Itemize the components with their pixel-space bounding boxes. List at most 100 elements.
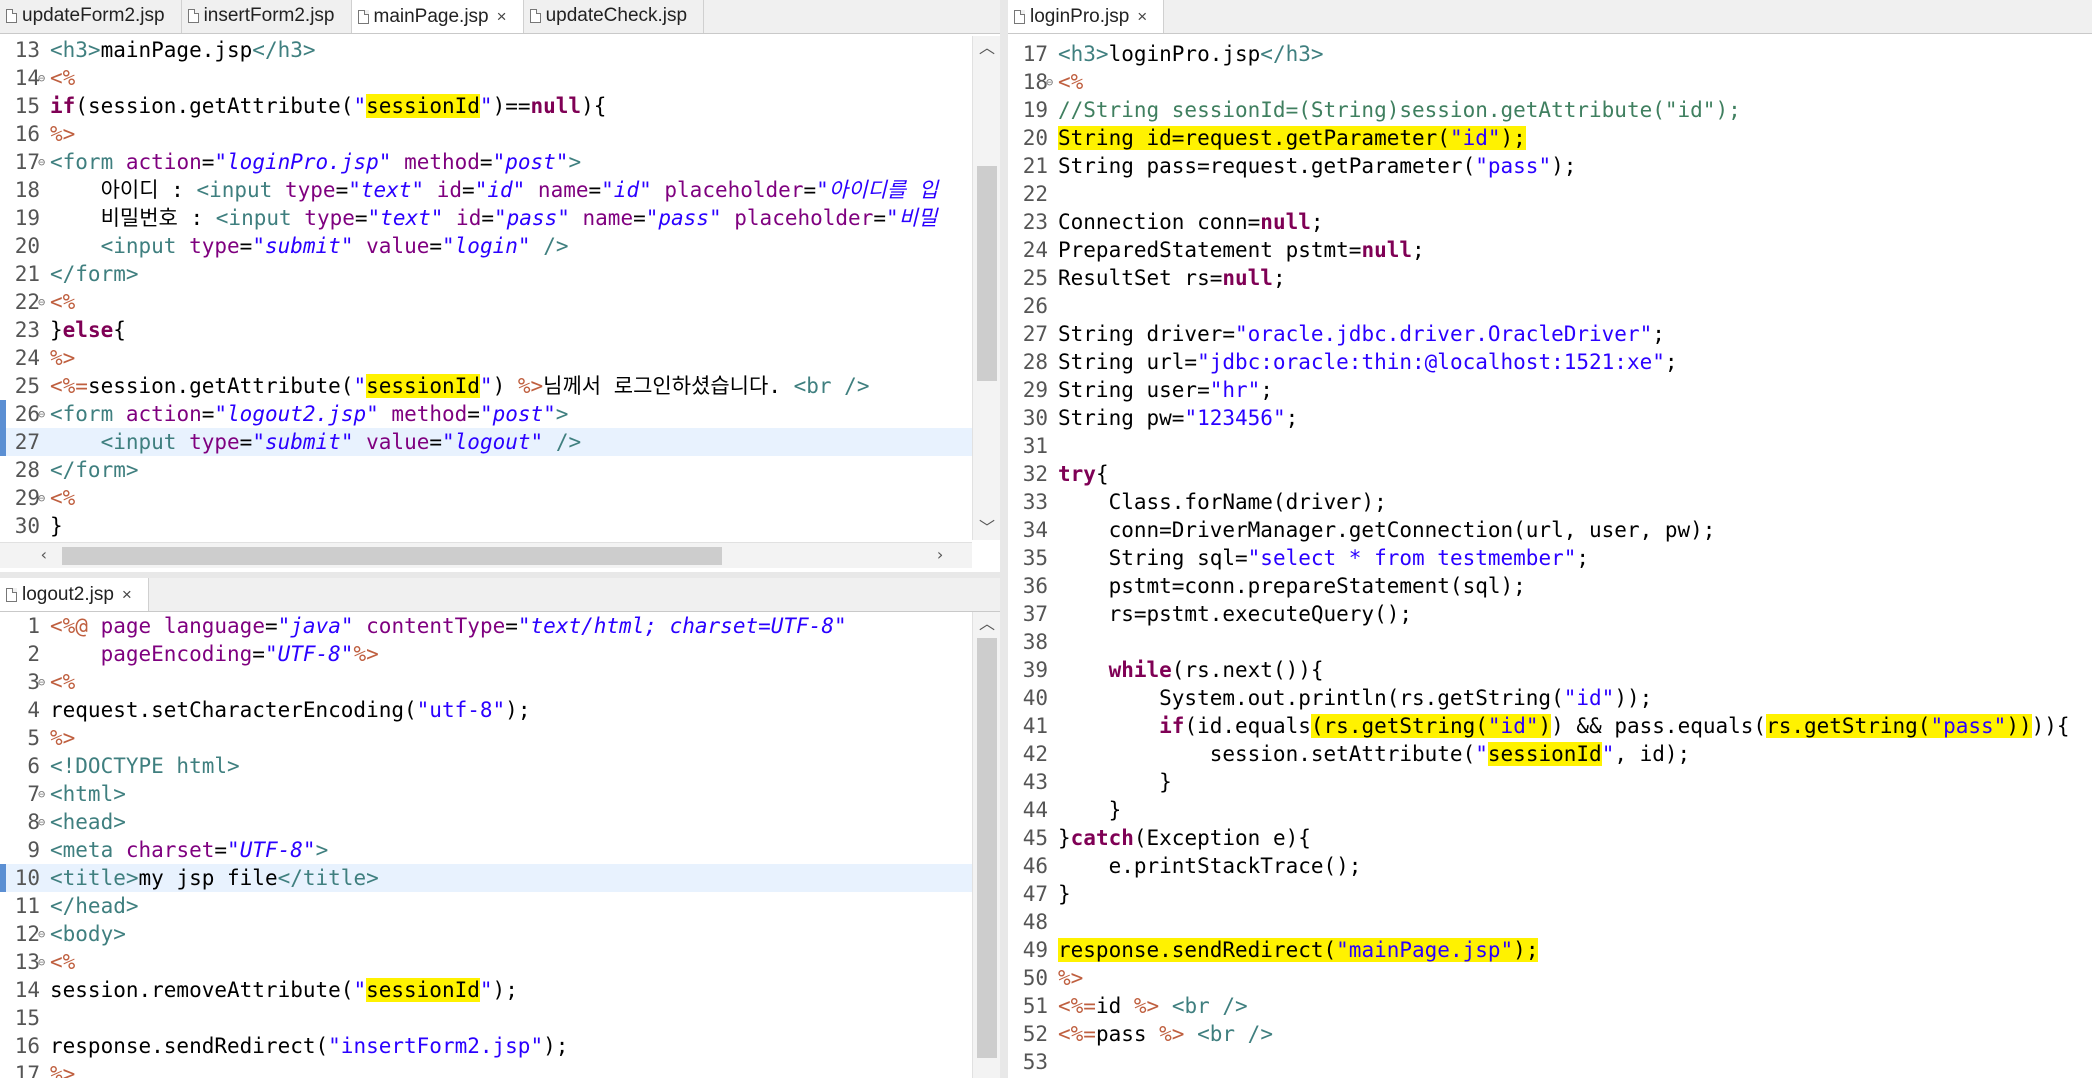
code-line[interactable]: 32 try{ <box>1008 460 2092 488</box>
code-line[interactable]: 30 String pw="123456"; <box>1008 404 2092 432</box>
code-line[interactable]: 19 비밀번호 : <input type="text" id="pass" n… <box>0 204 1000 232</box>
code-line[interactable]: 22 ⊖ <% <box>0 288 1000 316</box>
code-line[interactable]: 11 </head> <box>0 892 1000 920</box>
code-line[interactable]: 9 <meta charset="UTF-8"> <box>0 836 1000 864</box>
fold-toggle-icon[interactable]: ⊖ <box>38 400 45 428</box>
code-line[interactable]: 17 ⊖ <form action="loginPro.jsp" method="p… <box>0 148 1000 176</box>
code-line[interactable]: 41 if(id.equals(rs.getString("id")) && p… <box>1008 712 2092 740</box>
code-line[interactable]: 21 </form> <box>0 260 1000 288</box>
code-line[interactable]: 49 response.sendRedirect("mainPage.jsp"); <box>1008 936 2092 964</box>
code-line[interactable]: 3 ⊖ <% <box>0 668 1000 696</box>
fold-toggle-icon[interactable]: ⊖ <box>38 148 45 176</box>
code-line[interactable]: 16 %> <box>0 120 1000 148</box>
fold-toggle-icon[interactable]: ⊖ <box>38 780 45 808</box>
code-line[interactable]: 6 <!DOCTYPE html> <box>0 752 1000 780</box>
code-line[interactable]: 25 <%=session.getAttribute("sessionId") %… <box>0 372 1000 400</box>
close-icon[interactable]: × <box>1137 7 1147 27</box>
scrollbar-thumb[interactable] <box>977 638 997 1058</box>
tab-main-page[interactable]: mainPage.jsp × <box>351 0 524 33</box>
code-line[interactable]: 42 session.setAttribute("sessionId", id)… <box>1008 740 2092 768</box>
code-line[interactable]: 46 e.printStackTrace(); <box>1008 852 2092 880</box>
code-line[interactable]: 40 System.out.println(rs.getString("id")… <box>1008 684 2092 712</box>
code-line[interactable]: 15 if(session.getAttribute("sessionId")==… <box>0 92 1000 120</box>
code-line[interactable]: 26 ⊖ <form action="logout2.jsp" method="po… <box>0 400 1000 428</box>
fold-toggle-icon[interactable]: ⊖ <box>38 288 45 316</box>
code-line[interactable]: 19 //String sessionId=(String)session.get… <box>1008 96 2092 124</box>
code-line[interactable]: 44 } <box>1008 796 2092 824</box>
code-line[interactable]: 20 String id=request.getParameter("id"); <box>1008 124 2092 152</box>
code-line[interactable]: 47} <box>1008 880 2092 908</box>
code-editor-main-page[interactable]: 30} 29 ⊖ <% 28 </form> 27 <input type="submit"… <box>0 36 1000 540</box>
code-line[interactable]: 53 <box>1008 1048 2092 1076</box>
code-line[interactable]: 20 <input type="submit" value="login" /> <box>0 232 1000 260</box>
code-line[interactable]: 18 ⊖ <% <box>1008 68 2092 96</box>
code-line[interactable]: 30} <box>0 512 1000 540</box>
fold-toggle-icon[interactable]: ⊖ <box>38 64 45 92</box>
code-line[interactable]: 24 PreparedStatement pstmt=null; <box>1008 236 2092 264</box>
scroll-down-icon[interactable]: ﹀ <box>973 516 1000 540</box>
scrollbar-thumb[interactable] <box>62 547 722 565</box>
scroll-right-icon[interactable]: › <box>930 545 950 564</box>
code-line[interactable]: 29 ⊖ <% <box>0 484 1000 512</box>
code-line[interactable]: 28 </form> <box>0 456 1000 484</box>
code-line[interactable]: 36 pstmt=conn.prepareStatement(sql); <box>1008 572 2092 600</box>
code-line[interactable]: 31 <box>1008 432 2092 460</box>
vertical-scrollbar[interactable]: ︿ ﹀ <box>972 36 1000 540</box>
code-line[interactable]: 51 <%=id %> <br /> <box>1008 992 2092 1020</box>
fold-toggle-icon[interactable]: ⊖ <box>38 668 45 696</box>
code-line[interactable]: 38 <box>1008 628 2092 656</box>
code-line[interactable]: 22 <box>1008 180 2092 208</box>
code-line[interactable]: 4 request.setCharacterEncoding("utf-8"); <box>0 696 1000 724</box>
tab-update-check[interactable]: updateCheck.jsp <box>524 0 705 33</box>
code-editor-login-pro[interactable]: 53 52 <%=pass %> <br /> 51 <%=id %> <br /> 50… <box>1008 36 2092 1078</box>
code-line[interactable]: 24 %> <box>0 344 1000 372</box>
code-line[interactable]: 39 while(rs.next()){ <box>1008 656 2092 684</box>
code-line[interactable]: 17 <h3>loginPro.jsp</h3> <box>1008 40 2092 68</box>
fold-toggle-icon[interactable]: ⊖ <box>38 920 45 948</box>
code-line[interactable]: 28 String url="jdbc:oracle:thin:@localhos… <box>1008 348 2092 376</box>
code-line[interactable]: 50 %> <box>1008 964 2092 992</box>
tab-update-form2[interactable]: updateForm2.jsp <box>0 0 182 33</box>
code-line[interactable]: 10 <title>my jsp file</title> <box>0 864 1000 892</box>
code-line[interactable]: 1 <%@ page language="java" contentType="t… <box>0 612 1000 640</box>
code-line[interactable]: 37 rs=pstmt.executeQuery(); <box>1008 600 2092 628</box>
code-line[interactable]: 27 <input type="submit" value="logout" /… <box>0 428 1000 456</box>
tab-logout2[interactable]: logout2.jsp × <box>0 578 149 611</box>
code-line[interactable]: 43 } <box>1008 768 2092 796</box>
code-line[interactable]: 17 %> <box>0 1060 1000 1078</box>
vertical-scrollbar[interactable]: ︿ <box>972 612 1000 1078</box>
code-line[interactable]: 12 ⊖ <body> <box>0 920 1000 948</box>
scrollbar-thumb[interactable] <box>977 166 997 381</box>
code-line[interactable]: 21 String pass=request.getParameter("pass… <box>1008 152 2092 180</box>
code-line[interactable]: 52 <%=pass %> <br /> <box>1008 1020 2092 1048</box>
code-line[interactable]: 13 <h3>mainPage.jsp</h3> <box>0 36 1000 64</box>
code-line[interactable]: 35 String sql="select * from testmember"… <box>1008 544 2092 572</box>
code-editor-logout2[interactable]: 17 %> 16 response.sendRedirect("insertForm2… <box>0 612 1000 1078</box>
code-line[interactable]: 29 String user="hr"; <box>1008 376 2092 404</box>
scroll-left-icon[interactable]: ‹ <box>34 545 54 564</box>
fold-toggle-icon[interactable]: ⊖ <box>38 948 45 976</box>
close-icon[interactable]: × <box>122 585 132 605</box>
code-line[interactable]: 23 Connection conn=null; <box>1008 208 2092 236</box>
code-line[interactable]: 2 pageEncoding="UTF-8"%> <box>0 640 1000 668</box>
code-line[interactable]: 45}catch(Exception e){ <box>1008 824 2092 852</box>
code-line[interactable]: 25 ResultSet rs=null; <box>1008 264 2092 292</box>
fold-toggle-icon[interactable]: ⊖ <box>38 484 45 512</box>
code-line[interactable]: 34 conn=DriverManager.getConnection(url,… <box>1008 516 2092 544</box>
code-line[interactable]: 33 Class.forName(driver); <box>1008 488 2092 516</box>
tab-login-pro[interactable]: loginPro.jsp × <box>1008 0 1165 33</box>
code-line[interactable]: 26 <box>1008 292 2092 320</box>
tab-insert-form2[interactable]: insertForm2.jsp <box>182 0 352 33</box>
code-line[interactable]: 23}else{ <box>0 316 1000 344</box>
code-line[interactable]: 48 <box>1008 908 2092 936</box>
fold-toggle-icon[interactable]: ⊖ <box>38 808 45 836</box>
code-line[interactable]: 7 ⊖ <html> <box>0 780 1000 808</box>
code-line[interactable]: 14 session.removeAttribute("sessionId"); <box>0 976 1000 1004</box>
horizontal-scrollbar[interactable]: ‹ › <box>0 542 972 568</box>
code-line[interactable]: 16 response.sendRedirect("insertForm2.jsp… <box>0 1032 1000 1060</box>
code-line[interactable]: 14 ⊖ <% <box>0 64 1000 92</box>
code-line[interactable]: 15 <box>0 1004 1000 1032</box>
code-line[interactable]: 5 %> <box>0 724 1000 752</box>
scroll-up-icon[interactable]: ︿ <box>973 612 1000 636</box>
scroll-up-icon[interactable]: ︿ <box>973 36 1000 60</box>
